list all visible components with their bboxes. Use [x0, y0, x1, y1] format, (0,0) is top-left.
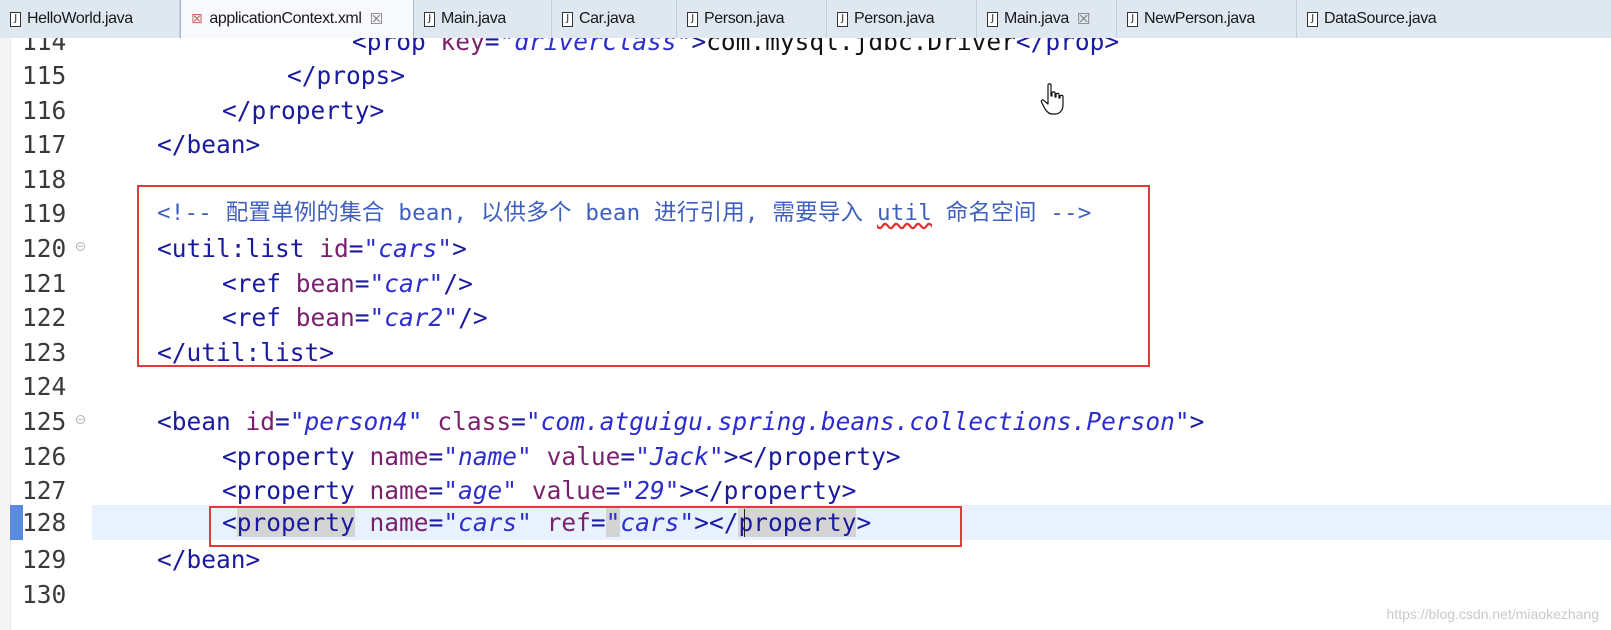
tab-newperson-java[interactable]: J NewPerson.java: [1117, 0, 1297, 38]
tab-applicationcontext-xml[interactable]: ⊠ applicationContext.xml ☒: [180, 0, 414, 38]
code-text: <prop key="driverClass">com.mysql.jdbc.D…: [352, 38, 1120, 56]
tab-label: Person.java: [704, 10, 785, 27]
code-text: </props>: [287, 61, 406, 90]
tab-helloworld-java[interactable]: J HelloWorld.java: [0, 0, 180, 38]
code-text: </bean>: [157, 545, 261, 574]
code-line: 114 <prop key="driverClass">com.mysql.jd…: [0, 38, 1611, 59]
close-tab-icon[interactable]: ☒: [1077, 10, 1090, 28]
code-line: 126 <property name="name" value="Jack"><…: [0, 439, 1611, 474]
line-number: 129: [22, 545, 67, 574]
code-text: <property name="name" value="Jack"></pro…: [222, 442, 901, 471]
tab-car-java[interactable]: J Car.java: [552, 0, 677, 38]
line-number: 120: [22, 234, 67, 263]
tab-label: Person.java: [854, 10, 935, 27]
line-number: 123: [22, 338, 67, 367]
tab-main-java[interactable]: J Main.java: [414, 0, 552, 38]
line-number: 116: [22, 96, 67, 125]
line-number: 122: [22, 303, 67, 332]
java-file-icon: J: [1307, 11, 1318, 27]
tab-label: applicationContext.xml: [209, 10, 362, 27]
code-line: 116 </property>: [0, 93, 1611, 128]
code-line: 127 <property name="age" value="29"></pr…: [0, 473, 1611, 508]
line-number: 121: [22, 269, 67, 298]
tab-label: DataSource.java: [1324, 10, 1437, 27]
code-line: 124: [0, 369, 1611, 404]
annotation-box-cars-property: [209, 506, 962, 547]
tab-datasource-java[interactable]: J DataSource.java: [1297, 0, 1497, 38]
java-file-icon: J: [837, 11, 848, 27]
watermark: https://blog.csdn.net/miaokezhang: [1386, 606, 1599, 622]
tab-label: Car.java: [579, 10, 635, 27]
line-number: 124: [22, 372, 67, 401]
tab-label: Main.java: [441, 10, 506, 27]
line-number: 126: [22, 442, 67, 471]
tab-main-java-2[interactable]: J Main.java ☒: [977, 0, 1117, 38]
java-file-icon: J: [424, 11, 435, 27]
tab-label: Main.java: [1004, 10, 1069, 27]
annotation-box-util-list: [137, 185, 1150, 367]
hand-cursor-icon: [1040, 83, 1064, 115]
line-number: 118: [22, 165, 67, 194]
line-number: 119: [22, 199, 67, 228]
fold-collapse-icon[interactable]: −: [76, 242, 85, 251]
close-tab-icon[interactable]: ☒: [370, 10, 383, 28]
code-text: </bean>: [157, 130, 261, 159]
java-file-icon: J: [562, 11, 573, 27]
line-number: 125: [22, 407, 67, 436]
code-line: 129 </bean>: [0, 542, 1611, 577]
java-file-icon: J: [987, 11, 998, 27]
code-line: 125 − <bean id="person4" class="com.atgu…: [0, 404, 1611, 439]
xml-file-icon: ⊠: [191, 11, 203, 27]
line-number: 128: [22, 508, 67, 537]
code-text: <bean id="person4" class="com.atguigu.sp…: [157, 407, 1205, 436]
tab-label: HelloWorld.java: [27, 10, 133, 27]
java-file-icon: J: [10, 11, 21, 27]
code-line: 115 </props>: [0, 58, 1611, 93]
tab-person-java[interactable]: J Person.java: [677, 0, 827, 38]
java-file-icon: J: [687, 11, 698, 27]
line-number: 130: [22, 580, 67, 609]
code-text: <property name="age" value="29"></proper…: [222, 476, 857, 505]
java-file-icon: J: [1127, 11, 1138, 27]
fold-collapse-icon[interactable]: −: [76, 415, 85, 424]
tab-person-java-2[interactable]: J Person.java: [827, 0, 977, 38]
line-number: 115: [22, 61, 67, 90]
code-editor[interactable]: 114 <prop key="driverClass">com.mysql.jd…: [0, 38, 1611, 630]
editor-tab-bar: J HelloWorld.java ⊠ applicationContext.x…: [0, 0, 1611, 39]
code-line: 117 </bean>: [0, 127, 1611, 162]
code-line: 130: [0, 577, 1611, 612]
line-number: 114: [22, 38, 67, 56]
line-number: 117: [22, 130, 67, 159]
tab-label: NewPerson.java: [1144, 10, 1255, 27]
line-number: 127: [22, 476, 67, 505]
code-text: </property>: [222, 96, 385, 125]
